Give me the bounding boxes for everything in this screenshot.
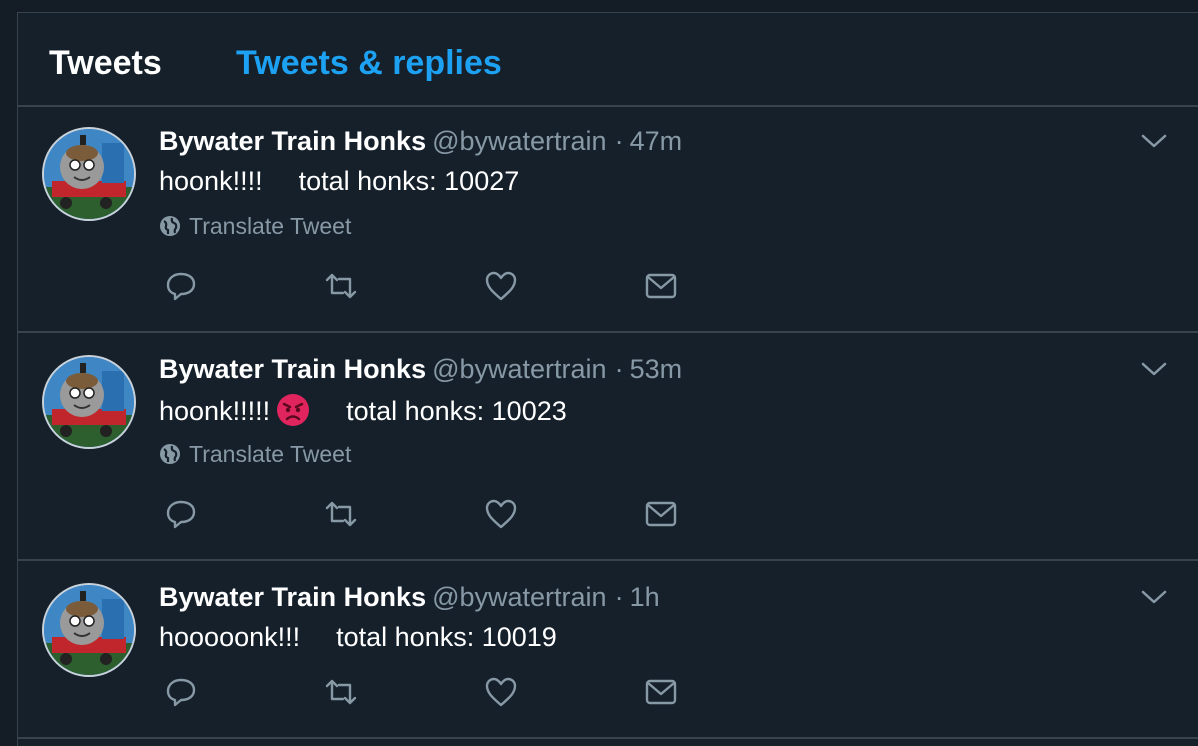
display-name[interactable]: Bywater Train Honks bbox=[159, 126, 426, 156]
retweet-icon[interactable] bbox=[323, 496, 359, 532]
profile-tabs: Tweets Tweets & replies bbox=[18, 13, 1198, 107]
separator: · bbox=[614, 126, 624, 156]
user-handle[interactable]: @bywatertrain bbox=[432, 582, 606, 612]
honk-count: total honks: 10027 bbox=[298, 166, 520, 196]
retweet-icon[interactable] bbox=[323, 674, 359, 710]
timeline-panel: Tweets Tweets & replies Bywater Train Ho… bbox=[17, 12, 1198, 746]
tweet-message: hoonk!!!!! bbox=[159, 396, 271, 426]
direct-message-icon[interactable] bbox=[643, 674, 679, 710]
timestamp[interactable]: 47m bbox=[630, 126, 683, 156]
avatar[interactable] bbox=[42, 127, 136, 221]
globe-icon bbox=[160, 216, 180, 236]
tweet-text: hoonk!!!!! total honks: 10023 bbox=[159, 393, 567, 427]
separator: · bbox=[614, 354, 624, 384]
timestamp[interactable]: 53m bbox=[630, 354, 683, 384]
tweet-text: hooooonk!!! total honks: 10019 bbox=[159, 621, 557, 653]
translate-tweet-link[interactable]: Translate Tweet bbox=[159, 212, 351, 240]
globe-icon bbox=[160, 444, 180, 464]
chevron-down-icon[interactable] bbox=[1140, 131, 1168, 151]
avatar[interactable] bbox=[42, 355, 136, 449]
angry-face-icon bbox=[277, 394, 310, 426]
honk-count: total honks: 10019 bbox=[336, 622, 557, 652]
avatar[interactable] bbox=[42, 583, 136, 677]
user-handle[interactable]: @bywatertrain bbox=[432, 126, 606, 156]
timestamp[interactable]: 1h bbox=[630, 582, 660, 612]
retweet-icon[interactable] bbox=[323, 268, 359, 304]
tab-tweets[interactable]: Tweets bbox=[49, 45, 162, 81]
tweet-actions bbox=[159, 268, 719, 304]
tweet-header: Bywater Train Honks @bywatertrain · 1h bbox=[159, 581, 660, 613]
like-icon[interactable] bbox=[483, 496, 519, 532]
direct-message-icon[interactable] bbox=[643, 496, 679, 532]
direct-message-icon[interactable] bbox=[643, 268, 679, 304]
tweet-header: Bywater Train Honks @bywatertrain · 47m bbox=[159, 125, 682, 157]
honk-count: total honks: 10023 bbox=[346, 396, 567, 426]
tweet-header: Bywater Train Honks @bywatertrain · 53m bbox=[159, 353, 682, 385]
tweet-actions bbox=[159, 496, 719, 532]
user-handle[interactable]: @bywatertrain bbox=[432, 354, 606, 384]
tweet-message: hoonk!!!! bbox=[159, 166, 263, 196]
display-name[interactable]: Bywater Train Honks bbox=[159, 354, 426, 384]
chevron-down-icon[interactable] bbox=[1140, 587, 1168, 607]
translate-tweet-link[interactable]: Translate Tweet bbox=[159, 440, 351, 468]
tweet-text: hoonk!!!! total honks: 10027 bbox=[159, 165, 519, 197]
tweet-item[interactable]: Bywater Train Honks @bywatertrain · 47m hoo… bbox=[18, 105, 1198, 333]
translate-label: Translate Tweet bbox=[189, 213, 352, 239]
translate-label: Translate Tweet bbox=[189, 441, 352, 467]
like-icon[interactable] bbox=[483, 268, 519, 304]
separator: · bbox=[614, 582, 624, 612]
tweet-actions bbox=[159, 674, 719, 710]
reply-icon[interactable] bbox=[163, 268, 199, 304]
tweet-item[interactable]: Bywater Train Honks @bywatertrain · 53m hoo… bbox=[18, 333, 1198, 561]
reply-icon[interactable] bbox=[163, 496, 199, 532]
like-icon[interactable] bbox=[483, 674, 519, 710]
tweet-message: hooooonk!!! bbox=[159, 622, 301, 652]
display-name[interactable]: Bywater Train Honks bbox=[159, 582, 426, 612]
tweet-item[interactable]: Bywater Train Honks @bywatertrain · 1h hooo… bbox=[18, 561, 1198, 739]
reply-icon[interactable] bbox=[163, 674, 199, 710]
tab-tweets-and-replies[interactable]: Tweets & replies bbox=[236, 45, 502, 81]
chevron-down-icon[interactable] bbox=[1140, 359, 1168, 379]
